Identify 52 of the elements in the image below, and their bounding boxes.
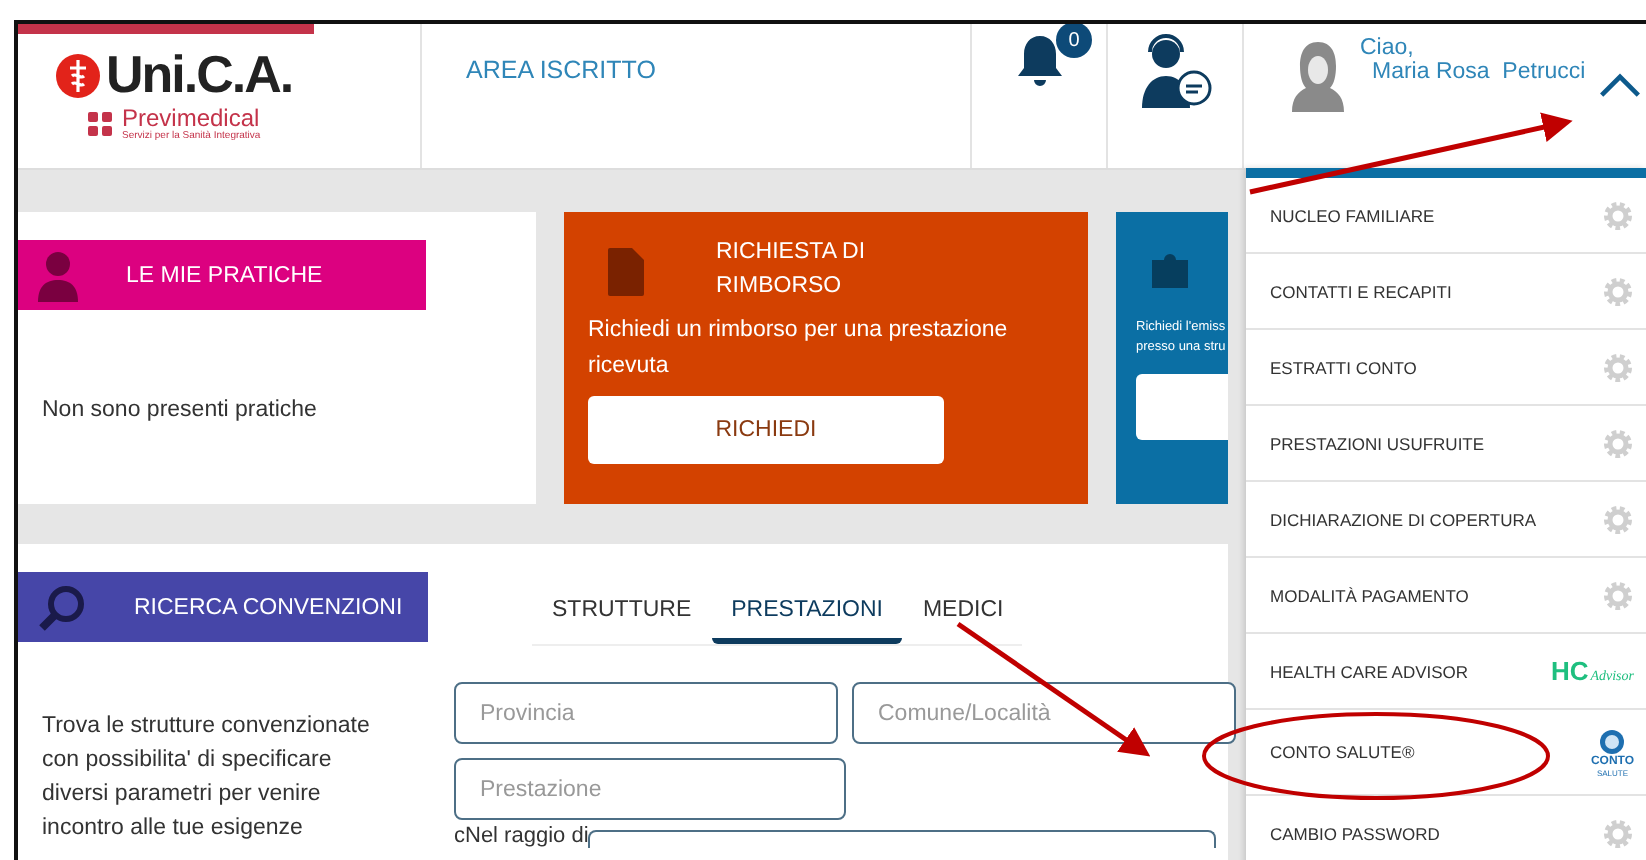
search-field[interactable]: Prestazione: [454, 758, 846, 820]
gear-icon[interactable]: [1602, 817, 1634, 849]
brand-name: Uni.C.A.: [106, 44, 293, 106]
search-description: Trova le strutture convenzionate con possibilita' di specificare diversi parametri per venire incontro alle tue esigenze: [42, 712, 372, 844]
menu-item-label: CONTO SALUTE®: [1270, 742, 1415, 762]
menu-item[interactable]: PRESTAZIONI USUFRUITE: [1246, 406, 1646, 482]
notification-badge: 0: [1056, 24, 1092, 58]
caduceus-logo-icon: [54, 51, 102, 99]
gear-icon[interactable]: [1602, 199, 1634, 231]
search-field[interactable]: Provincia: [454, 682, 838, 744]
menu-item[interactable]: ESTRATTI CONTO: [1246, 330, 1646, 406]
search-icon: [38, 583, 86, 631]
avatar-icon: [1288, 36, 1348, 116]
partner-name: Previmedical: [122, 106, 260, 130]
card-description: Richiedi un rimborso per una prestazione ricevuta: [588, 316, 1010, 382]
radius-field[interactable]: [588, 830, 1216, 848]
radius-label: cNel raggio di: [454, 824, 589, 848]
empty-message: Non sono presenti pratiche: [42, 398, 319, 422]
user-name: Maria Rosa Petrucci: [1372, 60, 1586, 84]
menu-item-label: HEALTH CARE ADVISOR: [1270, 661, 1469, 681]
richiedi-button[interactable]: RICHIEDI: [588, 396, 944, 464]
person-icon: [38, 249, 78, 301]
menu-item-label: MODALITÀ PAGAMENTO: [1270, 585, 1469, 605]
menu-item-label: DICHIARAZIONE DI COPERTURA: [1270, 509, 1537, 529]
menu-item-label: NUCLEO FAMILIARE: [1270, 205, 1435, 225]
search-tab[interactable]: PRESTAZIONI: [711, 598, 903, 644]
card-title: LE MIE PRATICHE: [126, 263, 323, 287]
menu-item[interactable]: NUCLEO FAMILIARE: [1246, 178, 1646, 254]
bell-icon[interactable]: [1013, 32, 1065, 92]
search-title: RICERCA CONVENZIONI: [134, 595, 403, 619]
document-icon: [608, 248, 644, 296]
gear-icon[interactable]: [1602, 427, 1634, 459]
menu-item[interactable]: CAMBIO PASSWORD: [1246, 796, 1646, 860]
gear-icon[interactable]: [1602, 351, 1634, 383]
partner-logo-icon: [86, 110, 114, 138]
search-field[interactable]: Comune/Località: [852, 682, 1236, 744]
menu-item-label: CAMBIO PASSWORD: [1270, 823, 1440, 843]
menu-item[interactable]: CONTATTI E RECAPITI: [1246, 254, 1646, 330]
menu-item[interactable]: MODALITÀ PAGAMENTO: [1246, 558, 1646, 634]
area-iscritto-link[interactable]: AREA ISCRITTO: [466, 56, 656, 84]
gear-icon[interactable]: [1602, 503, 1634, 535]
search-tab[interactable]: MEDICI: [902, 598, 1024, 644]
gear-icon[interactable]: [1602, 579, 1634, 611]
card-button[interactable]: [1136, 374, 1228, 440]
menu-item-label: CONTATTI E RECAPITI: [1270, 281, 1452, 301]
menu-item-label: PRESTAZIONI USUFRUITE: [1270, 433, 1485, 453]
menu-item[interactable]: DICHIARAZIONE DI COPERTURA: [1246, 482, 1646, 558]
menu-item-label: ESTRATTI CONTO: [1270, 357, 1417, 377]
greeting-text: Ciao,: [1360, 36, 1416, 60]
gear-icon[interactable]: [1602, 275, 1634, 307]
card-title: RICHIESTA DI RIMBORSO: [716, 238, 868, 302]
search-tab[interactable]: STRUTTURE: [532, 598, 712, 644]
